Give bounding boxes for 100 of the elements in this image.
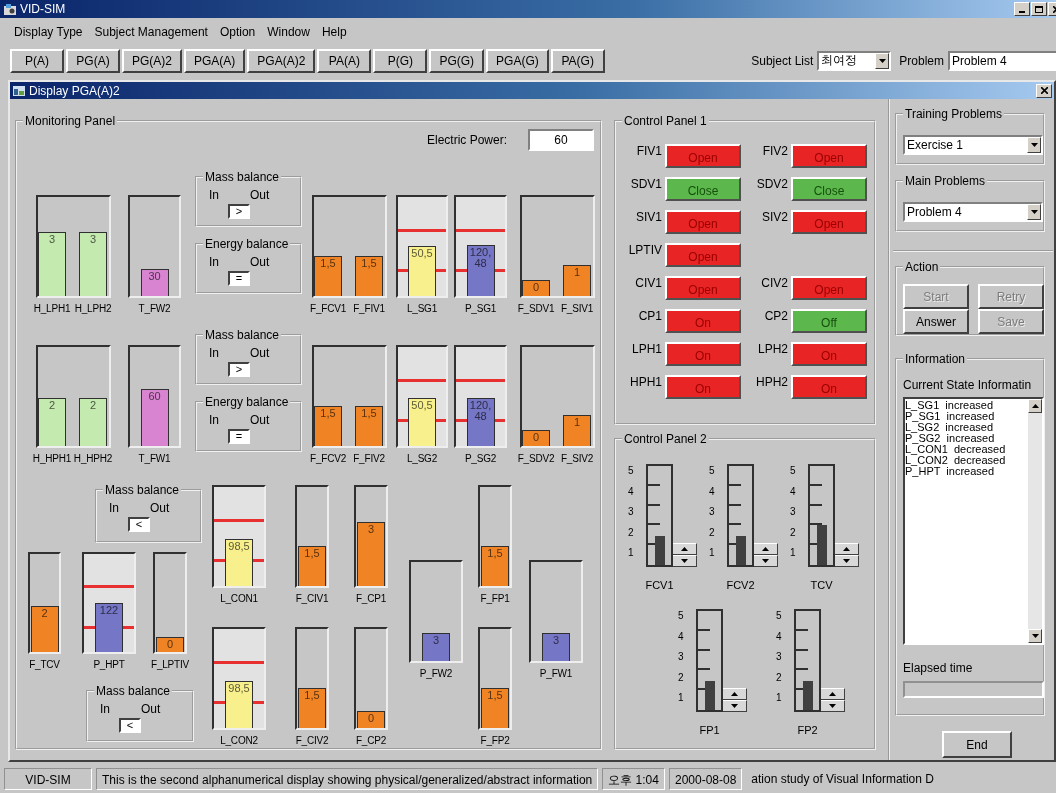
gauge-value: 3 — [48, 232, 56, 245]
window-title: Display PGA(A)2 — [29, 83, 120, 98]
subject-dropdown[interactable]: 최여정 — [817, 50, 892, 71]
dropdown-button[interactable] — [1027, 204, 1041, 220]
scroll-up-button[interactable] — [1028, 399, 1042, 413]
gauge-value: 98,5 — [228, 682, 250, 695]
gauge-label: F_CP2 — [355, 735, 387, 746]
close-button[interactable] — [1036, 83, 1052, 98]
decrement-button[interactable] — [833, 555, 859, 567]
list-item: L_CON1 decreased — [905, 444, 1007, 455]
menu-item[interactable]: Option — [214, 25, 261, 39]
balance-label: In — [100, 703, 110, 716]
menu-item[interactable]: Display Type — [9, 25, 88, 39]
scale-number: 5 — [678, 609, 685, 623]
scale-number: 5 — [628, 464, 635, 478]
caret-up-icon — [761, 547, 769, 551]
balance-indicator: < — [128, 517, 150, 532]
increment-button[interactable] — [752, 543, 778, 555]
balance-label: In — [209, 347, 219, 360]
decrement-button[interactable] — [671, 555, 697, 567]
increment-button[interactable] — [721, 688, 747, 700]
maximize-button[interactable] — [1031, 2, 1047, 16]
valve-label: HPH2 — [755, 375, 788, 389]
gauge-value: 50,5 — [411, 398, 433, 411]
decrement-button[interactable] — [752, 555, 778, 567]
increment-button[interactable] — [833, 543, 859, 555]
limit-line — [398, 378, 446, 382]
gauge-value: 0 — [166, 638, 174, 651]
scale-number: 1 — [628, 546, 635, 561]
valve-button[interactable]: Close — [791, 177, 867, 201]
display-type-button[interactable]: PG(A)2 — [122, 48, 182, 73]
caret-up-icon — [842, 547, 850, 551]
display-type-button[interactable]: PA(A) — [317, 48, 372, 73]
scroll-down-button[interactable] — [1028, 629, 1042, 643]
scale-number: 2 — [709, 525, 716, 540]
gauge-label: L_CON2 — [220, 735, 258, 746]
problem-field[interactable]: Problem 4 — [948, 50, 1056, 71]
problem-dropdown[interactable]: Problem 4 — [903, 202, 1043, 222]
valve-button[interactable]: Close — [665, 177, 741, 201]
group-title: Control Panel 1 — [622, 114, 709, 128]
gauge-label: P_HPT — [93, 659, 125, 670]
group-title: Monitoring Panel — [23, 114, 118, 128]
gauge-label: P_SG2 — [464, 453, 497, 464]
gauge-label: F_TCV — [29, 659, 60, 670]
gauge-label: L_SG2 — [406, 453, 438, 464]
window-title: VID-SIM — [20, 2, 66, 16]
scrollbar[interactable] — [1028, 399, 1042, 643]
display-type-button[interactable]: P(G) — [373, 48, 428, 73]
decrement-button[interactable] — [819, 700, 845, 712]
display-type-button[interactable]: PG(A) — [66, 48, 120, 73]
gauge-value: 1 — [573, 416, 581, 429]
menu-item[interactable]: Subject Management — [89, 25, 213, 39]
status-text: ation study of Visual Information D — [750, 771, 935, 788]
balance-label: In — [209, 414, 219, 427]
decrement-button[interactable] — [721, 700, 747, 712]
dropdown-button[interactable] — [1027, 137, 1041, 153]
menu-item[interactable]: Help — [316, 25, 352, 39]
valve-label: SDV2 — [755, 177, 788, 191]
display-type-button[interactable]: PGA(A)2 — [247, 48, 316, 73]
caret-up-icon — [1031, 404, 1039, 408]
gauge-label: F_FP2 — [480, 735, 510, 746]
list-item: L_SG1 increased — [905, 400, 995, 411]
display-type-button[interactable]: P(A) — [10, 48, 64, 73]
field-label: Electric Power: — [427, 133, 508, 147]
balance-title: Mass balance — [103, 483, 182, 497]
increment-button[interactable] — [819, 688, 845, 700]
gauge-value: 1,5 — [361, 407, 377, 420]
maximize-icon — [1035, 5, 1043, 13]
gauge-label: L_CON1 — [220, 593, 258, 604]
display-type-button[interactable]: PGA(G) — [486, 48, 549, 73]
gauge-value: 122 — [99, 604, 119, 616]
gauge-value: 0 — [367, 712, 375, 725]
menu-item[interactable]: Window — [262, 25, 315, 39]
caret-down-icon — [878, 58, 886, 63]
scale-number: 1 — [790, 546, 797, 561]
gauge-value: 3 — [432, 634, 440, 647]
list-item: P_HPT increased — [905, 466, 996, 477]
display-type-button[interactable]: PGA(A) — [184, 48, 246, 73]
field-label: Problem — [899, 53, 944, 68]
increment-button[interactable] — [671, 543, 697, 555]
action-button[interactable]: Answer — [903, 309, 969, 334]
status-text: VID-SIM — [4, 768, 92, 790]
display-type-button[interactable]: PA(G) — [550, 48, 605, 73]
gauge-label: T_FW1 — [138, 453, 171, 464]
balance-indicator: = — [228, 271, 250, 286]
gauge-value: 2 — [48, 398, 56, 411]
balance-indicator: < — [119, 718, 141, 733]
balance-title: Mass balance — [203, 170, 282, 184]
dropdown-button[interactable] — [875, 52, 890, 69]
list-item: L_CON2 decreased — [905, 455, 1007, 466]
caret-down-icon — [1030, 210, 1038, 214]
caret-down-icon — [1031, 634, 1039, 638]
scale-number: 1 — [678, 691, 685, 706]
display-type-button[interactable]: PG(G) — [429, 48, 485, 73]
minimize-button[interactable] — [1014, 2, 1030, 16]
balance-label: In — [109, 502, 119, 515]
valve-button[interactable]: Off — [791, 309, 867, 333]
problem-dropdown[interactable]: Exercise 1 — [903, 135, 1043, 155]
gauge-label: F_CIV1 — [295, 593, 329, 604]
end-button[interactable]: End — [942, 731, 1012, 758]
